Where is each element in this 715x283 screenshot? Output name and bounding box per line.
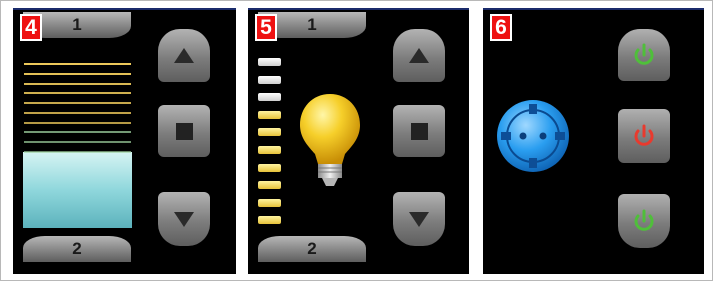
dimmer-led-on bbox=[258, 146, 281, 154]
stop-square-icon bbox=[410, 122, 428, 140]
blind-slat bbox=[24, 82, 131, 85]
power-icon bbox=[634, 124, 654, 146]
dimmer-led-off bbox=[258, 58, 281, 66]
socket-off-button[interactable] bbox=[618, 109, 670, 163]
socket-toggle-button[interactable] bbox=[618, 194, 670, 248]
blind-down-button[interactable] bbox=[158, 192, 210, 246]
dimmer-led-on bbox=[258, 110, 281, 119]
blind-slat bbox=[24, 92, 131, 95]
dimmer-led-on bbox=[258, 163, 281, 172]
panel-top-border bbox=[13, 8, 236, 10]
socket-control-panel: 6 bbox=[483, 8, 704, 274]
panel-number-badge: 6 bbox=[490, 14, 512, 41]
blind-slat bbox=[24, 63, 131, 65]
dimmer-led-off bbox=[258, 93, 281, 102]
blind-visualization bbox=[23, 49, 132, 228]
blind-slat bbox=[24, 72, 131, 75]
blind-slat bbox=[24, 111, 131, 114]
panel-number-badge: 4 bbox=[20, 14, 42, 41]
power-socket-icon bbox=[497, 100, 569, 172]
preset-2-button[interactable]: 2 bbox=[23, 236, 131, 262]
blind-slat bbox=[24, 151, 131, 154]
power-icon bbox=[634, 209, 654, 231]
stop-square-icon bbox=[175, 122, 193, 140]
panel-top-border bbox=[248, 8, 469, 10]
light-bulb-icon bbox=[300, 94, 360, 186]
blind-slat bbox=[24, 141, 131, 144]
dimmer-led-on bbox=[258, 216, 281, 225]
blind-up-button[interactable] bbox=[158, 29, 210, 82]
blind-slat bbox=[24, 131, 131, 134]
preset-2-button[interactable]: 2 bbox=[258, 236, 366, 262]
blind-stop-button[interactable] bbox=[158, 105, 210, 157]
arrow-down-icon bbox=[174, 211, 194, 227]
socket-on-button[interactable] bbox=[618, 29, 670, 81]
dim-stop-button[interactable] bbox=[393, 105, 445, 157]
dim-up-button[interactable] bbox=[393, 29, 445, 82]
dimmer-control-panel: 5 1 2 bbox=[248, 8, 469, 274]
dimmer-led-off bbox=[258, 75, 281, 84]
dim-down-button[interactable] bbox=[393, 192, 445, 246]
dimmer-led-on bbox=[258, 198, 281, 207]
arrow-up-icon bbox=[409, 48, 429, 63]
blind-slat bbox=[24, 102, 131, 105]
blind-control-panel: 4 1 2 bbox=[13, 8, 236, 274]
dimmer-led-on bbox=[258, 181, 281, 190]
arrow-down-icon bbox=[409, 211, 429, 227]
blind-slat bbox=[24, 121, 131, 124]
window-glass bbox=[23, 152, 132, 228]
panel-number-badge: 5 bbox=[255, 14, 277, 41]
power-icon bbox=[634, 43, 654, 65]
dimmer-led-on bbox=[258, 128, 281, 137]
panel-top-border bbox=[483, 8, 704, 10]
arrow-up-icon bbox=[174, 48, 194, 63]
